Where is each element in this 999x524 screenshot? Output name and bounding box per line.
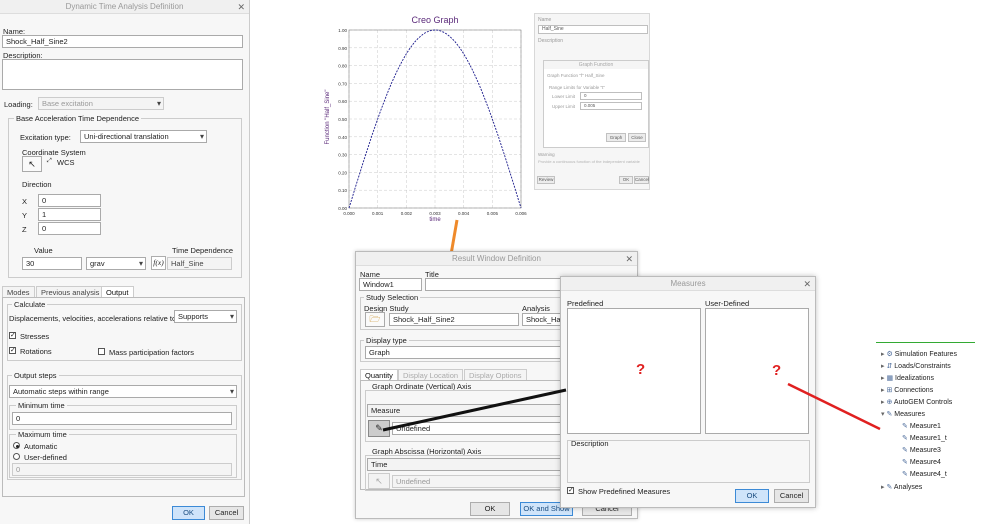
simulation-features-icon: ⚙ <box>886 351 895 358</box>
tree-item-label: Loads/Constraints <box>894 363 951 370</box>
model-tree: ▸ ⚙ Simulation Features ▸ ⇵ Loads/Constra… <box>876 340 999 500</box>
tree-item-loads-constraints[interactable]: ▸ ⇵ Loads/Constraints <box>881 362 951 370</box>
black-connector <box>382 388 567 432</box>
idealizations-icon: ▦ <box>886 375 896 382</box>
tree-item-measure1-t[interactable]: ✎ Measure1_t <box>902 434 947 442</box>
annotation-arrows <box>382 382 881 432</box>
tree-item-simulation-features[interactable]: ▸ ⚙ Simulation Features <box>881 350 957 358</box>
red-connector <box>787 382 881 431</box>
tree-item-label: Measure4_t <box>909 471 947 478</box>
tree-item-label: Idealizations <box>895 375 934 382</box>
tree-item-label: AutoGEM Controls <box>893 399 953 406</box>
user-defined-question-mark: ? <box>772 362 782 379</box>
tree-item-measures[interactable]: ▾ ✎ Measures <box>881 410 925 418</box>
tree-top-line <box>876 342 975 343</box>
measure1-t-icon: ✎ <box>902 435 910 442</box>
tree-item-measure4-t[interactable]: ✎ Measure4_t <box>902 470 947 478</box>
autogem-controls-icon: ⊕ <box>886 399 894 406</box>
tree-item-label: Measure3 <box>909 447 941 454</box>
tree-item-label: Connections <box>894 387 934 394</box>
tree-item-idealizations[interactable]: ▸ ▦ Idealizations <box>881 374 934 382</box>
tree-item-measure3[interactable]: ✎ Measure3 <box>902 446 941 454</box>
tree-item-analyses[interactable]: ▸ ✎ Analyses <box>881 483 922 491</box>
tree-item-autogem-controls[interactable]: ▸ ⊕ AutoGEM Controls <box>881 398 952 406</box>
tree-item-label: Measure1 <box>909 423 941 430</box>
measure4-icon: ✎ <box>902 459 910 466</box>
tree-item-measure1[interactable]: ✎ Measure1 <box>902 422 941 430</box>
tree-item-measure4[interactable]: ✎ Measure4 <box>902 458 941 466</box>
tree-item-label: Analyses <box>893 484 923 491</box>
measure4-t-icon: ✎ <box>902 471 910 478</box>
measure1-icon: ✎ <box>902 423 910 430</box>
tree-item-label: Measures <box>894 411 926 418</box>
measure3-icon: ✎ <box>902 447 910 454</box>
tree-item-label: Simulation Features <box>894 351 957 358</box>
tree-item-label: Measure4 <box>909 459 941 466</box>
tree-item-label: Measure1_t <box>909 435 947 442</box>
analyses-icon: ✎ <box>886 484 894 491</box>
tree-item-connections[interactable]: ▸ ⊞ Connections <box>881 386 933 394</box>
